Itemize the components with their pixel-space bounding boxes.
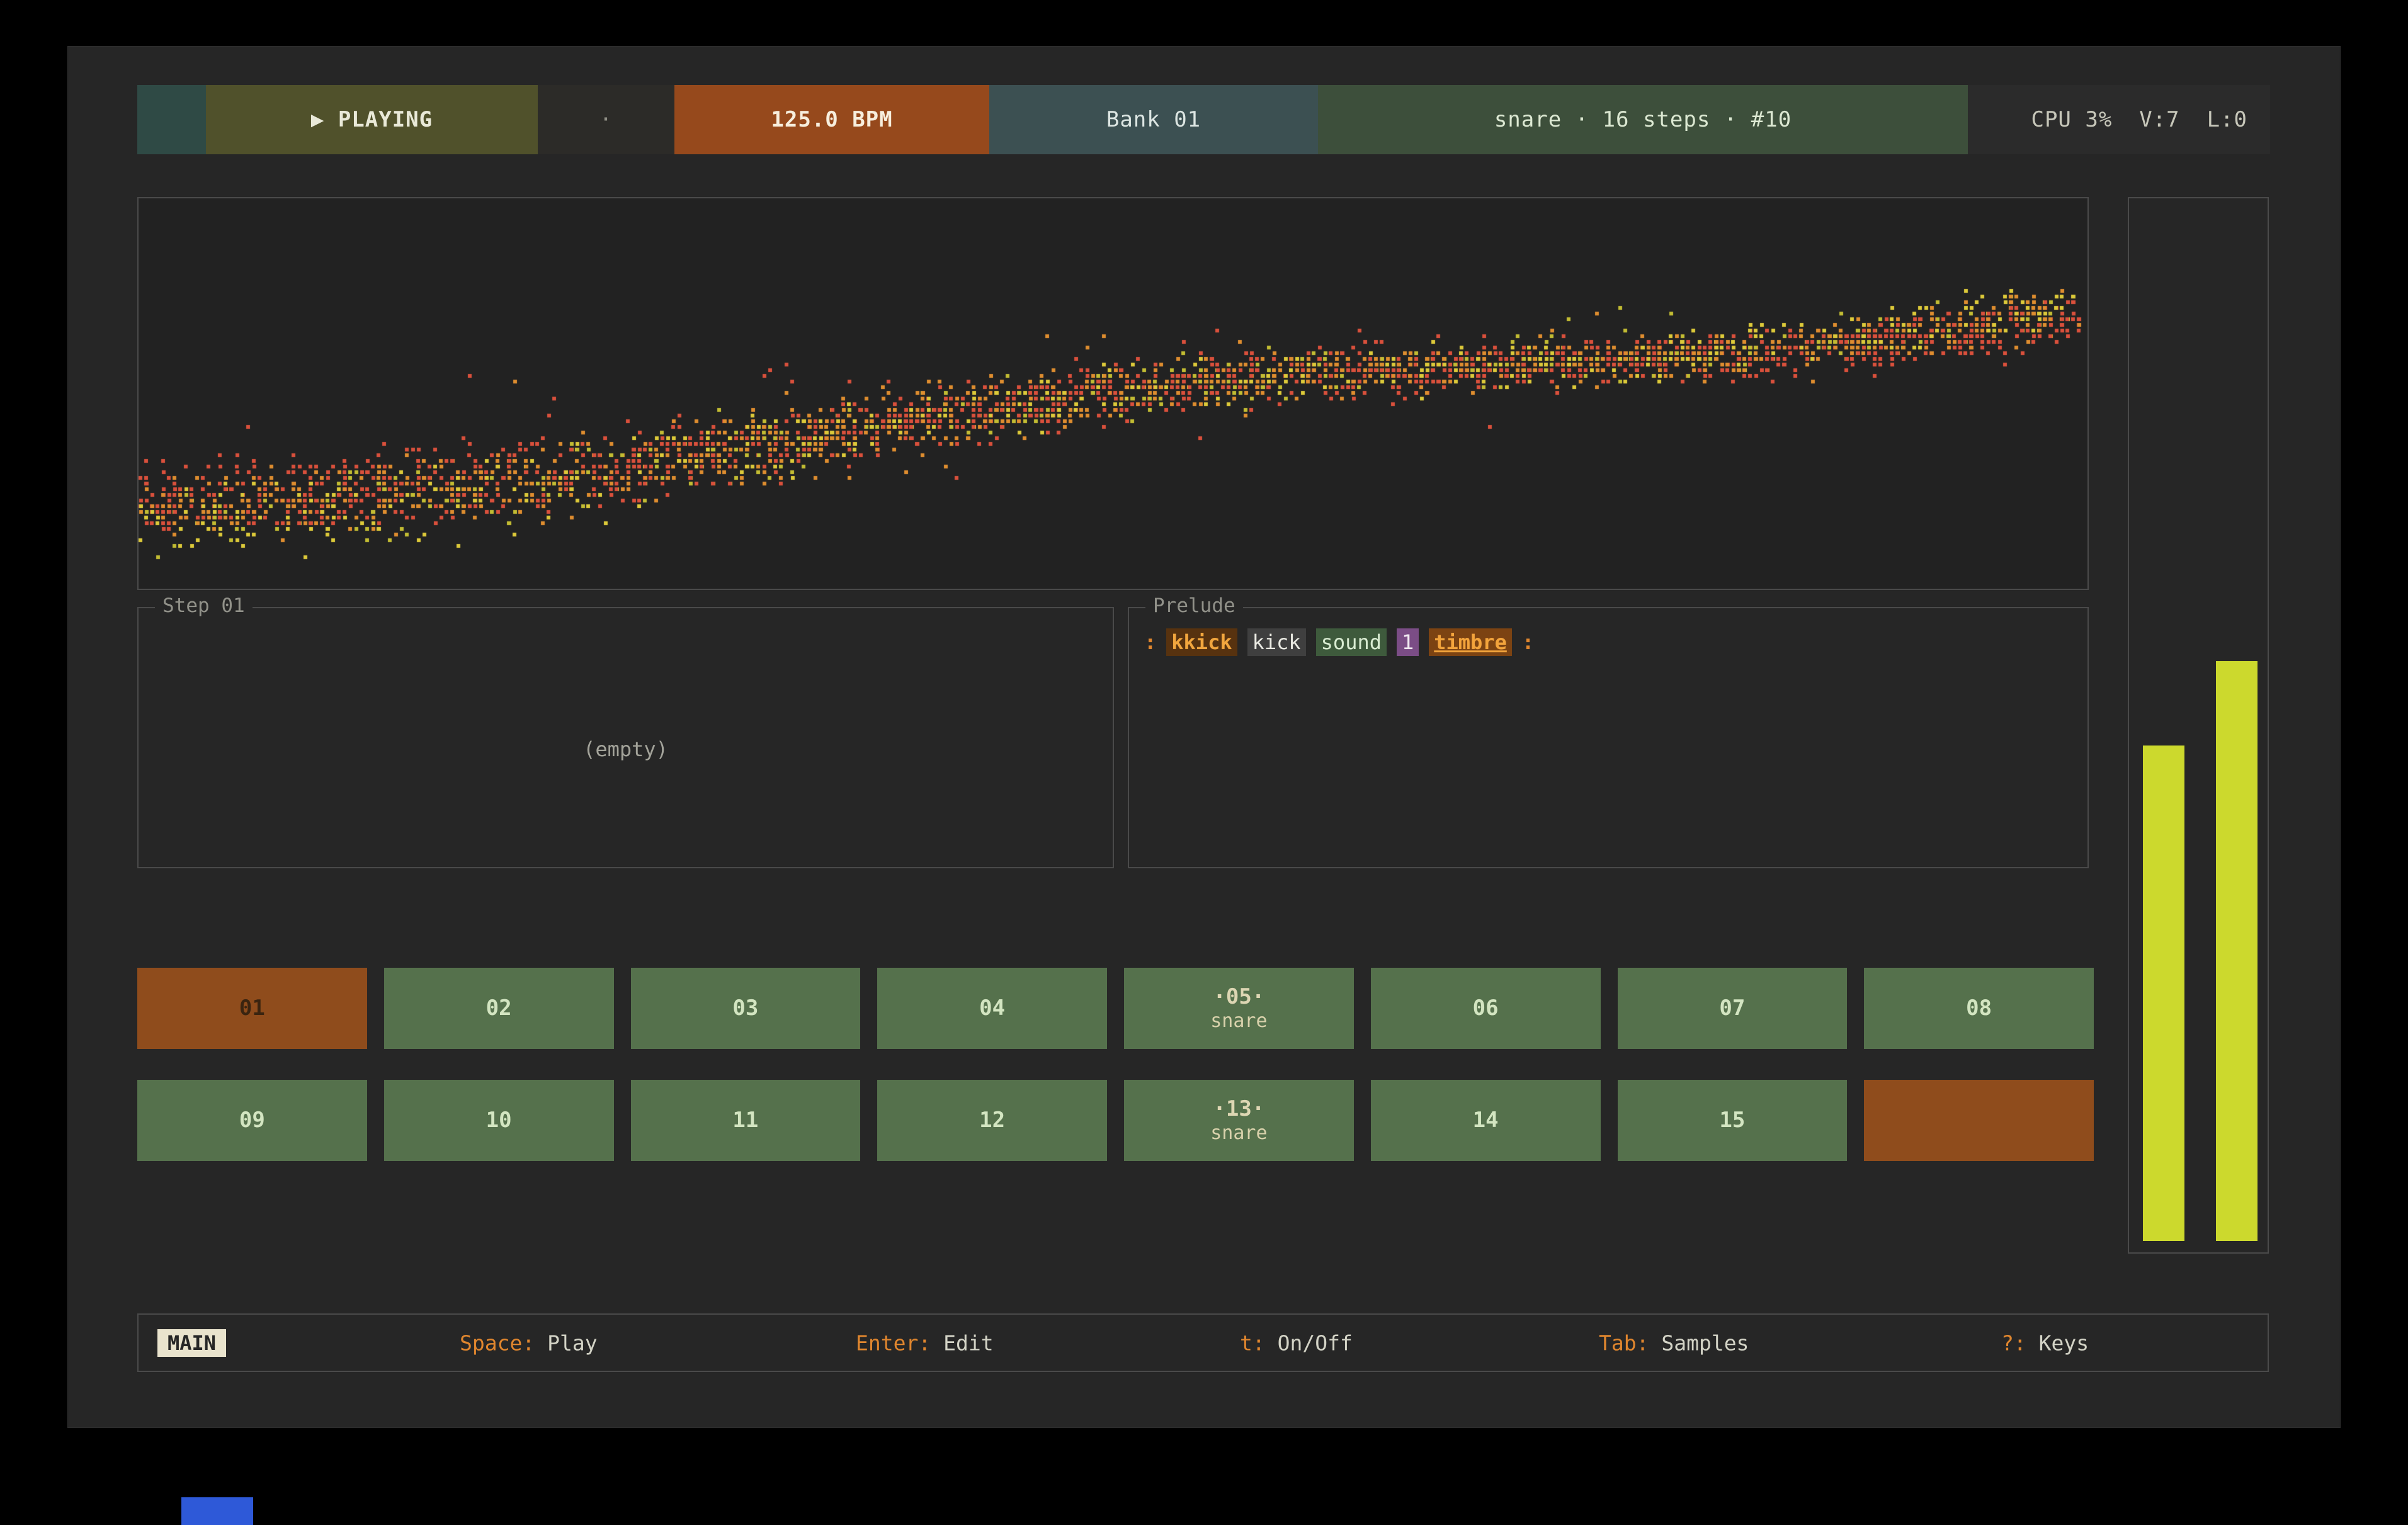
step-sub-label: snare: [1210, 1122, 1267, 1145]
track-info-label: snare · 16 steps · #10: [1494, 107, 1792, 132]
scatter-canvas: [139, 198, 2087, 589]
shortcut-4: Tab: Samples: [1599, 1330, 1749, 1355]
shortcut-key: t:: [1240, 1330, 1265, 1355]
step-09-button[interactable]: 09: [137, 1080, 367, 1161]
shortcut-action: Play: [535, 1330, 597, 1355]
prelude-token: sound: [1316, 628, 1387, 656]
prelude-token: 1: [1397, 628, 1419, 656]
app-window: ▶ PLAYING · 125.0 BPM Bank 01 snare · 16…: [67, 46, 2341, 1428]
prelude-token: kick: [1247, 628, 1306, 656]
prelude-token: :: [1144, 628, 1156, 656]
status-bar: MAIN Space: Play Enter: Edit t: On/Off Tab:…: [137, 1313, 2269, 1372]
step-label: ·13·: [1213, 1096, 1264, 1122]
transport-status-label: ▶ PLAYING: [311, 107, 433, 132]
shortcut-3: t: On/Off: [1240, 1330, 1353, 1355]
bank-display[interactable]: Bank 01: [989, 85, 1318, 154]
waveform-scatter-panel: [137, 197, 2089, 590]
step-07-button[interactable]: 07: [1618, 968, 1848, 1049]
step-05-button[interactable]: ·05·snare: [1124, 968, 1354, 1049]
step-label: 10: [486, 1108, 512, 1133]
step-label: 04: [979, 995, 1005, 1021]
prelude-token: kkick: [1166, 628, 1237, 656]
meter-bar-right: [2216, 661, 2258, 1241]
mode-badge: MAIN: [157, 1329, 226, 1357]
shortcut-key: Space:: [460, 1330, 535, 1355]
topbar-separator: ·: [538, 85, 674, 154]
step-panel-title: Step 01: [155, 594, 253, 617]
step-08-button[interactable]: 08: [1864, 968, 2094, 1049]
step-sub-label: snare: [1210, 1010, 1267, 1033]
step-label: 06: [1473, 995, 1499, 1021]
shortcut-1: Space: Play: [460, 1330, 598, 1355]
bpm-value: 125.0 BPM: [771, 107, 892, 132]
step-14-button[interactable]: 14: [1371, 1080, 1601, 1161]
shortcut-key: ?:: [2001, 1330, 2026, 1355]
step-grid: 01020304·05·snare06070809101112·13·snare…: [137, 968, 2094, 1161]
step-13-button[interactable]: ·13·snare: [1124, 1080, 1354, 1161]
shortcut-action: Samples: [1649, 1330, 1749, 1355]
shortcut-5: ?: Keys: [2001, 1330, 2089, 1355]
step-11-button[interactable]: 11: [631, 1080, 861, 1161]
top-bar: ▶ PLAYING · 125.0 BPM Bank 01 snare · 16…: [137, 85, 2270, 154]
step-label: 01: [239, 995, 265, 1021]
step-label: 07: [1719, 995, 1745, 1021]
prelude-code[interactable]: : kkick kick sound 1 timbre:: [1144, 628, 1544, 656]
step-01-button[interactable]: 01: [137, 968, 367, 1049]
system-stats-label: CPU 3% V:7 L:0: [2031, 107, 2247, 132]
step-label: 02: [486, 995, 512, 1021]
step-empty-label: (empty): [139, 737, 1113, 761]
track-info: snare · 16 steps · #10: [1318, 85, 1968, 154]
prelude-panel: Prelude :kkickkicksound1timbre:: [1128, 607, 2089, 868]
separator-dot: ·: [599, 107, 613, 132]
shortcut-action: On/Off: [1265, 1330, 1353, 1355]
step-04-button[interactable]: 04: [877, 968, 1107, 1049]
dock-item-blue[interactable]: [181, 1497, 253, 1525]
meter-bar-left: [2143, 745, 2184, 1241]
status-led-segment: [137, 85, 206, 154]
step-label: 14: [1473, 1108, 1499, 1133]
shortcut-action: Edit: [931, 1330, 993, 1355]
system-stats: CPU 3% V:7 L:0: [1968, 85, 2270, 154]
step-10-button[interactable]: 10: [384, 1080, 614, 1161]
step-03-button[interactable]: 03: [631, 968, 861, 1049]
prelude-panel-title: Prelude: [1145, 594, 1243, 617]
step-15-button[interactable]: 15: [1618, 1080, 1848, 1161]
step-label: 15: [1719, 1108, 1745, 1133]
shortcut-key: Tab:: [1599, 1330, 1649, 1355]
level-meters: [2128, 197, 2269, 1254]
step-label: 09: [239, 1108, 265, 1133]
step-06-button[interactable]: 06: [1371, 968, 1601, 1049]
transport-status[interactable]: ▶ PLAYING: [206, 85, 538, 154]
shortcut-2: Enter: Edit: [856, 1330, 994, 1355]
shortcut-action: Keys: [2026, 1330, 2089, 1355]
step-label: 12: [979, 1108, 1005, 1133]
step-label: 08: [1966, 995, 1992, 1021]
step-label: 11: [732, 1108, 758, 1133]
step-label: ·05·: [1213, 984, 1264, 1010]
step-label: 03: [732, 995, 758, 1021]
bank-value: Bank 01: [1106, 107, 1201, 132]
step-16-button[interactable]: [1864, 1080, 2094, 1161]
prelude-token: :: [1522, 628, 1534, 656]
prelude-token: timbre: [1429, 628, 1512, 656]
step-02-button[interactable]: 02: [384, 968, 614, 1049]
step-detail-panel: Step 01 (empty): [137, 607, 1114, 868]
step-12-button[interactable]: 12: [877, 1080, 1107, 1161]
shortcut-key: Enter:: [856, 1330, 931, 1355]
bpm-display[interactable]: 125.0 BPM: [674, 85, 989, 154]
